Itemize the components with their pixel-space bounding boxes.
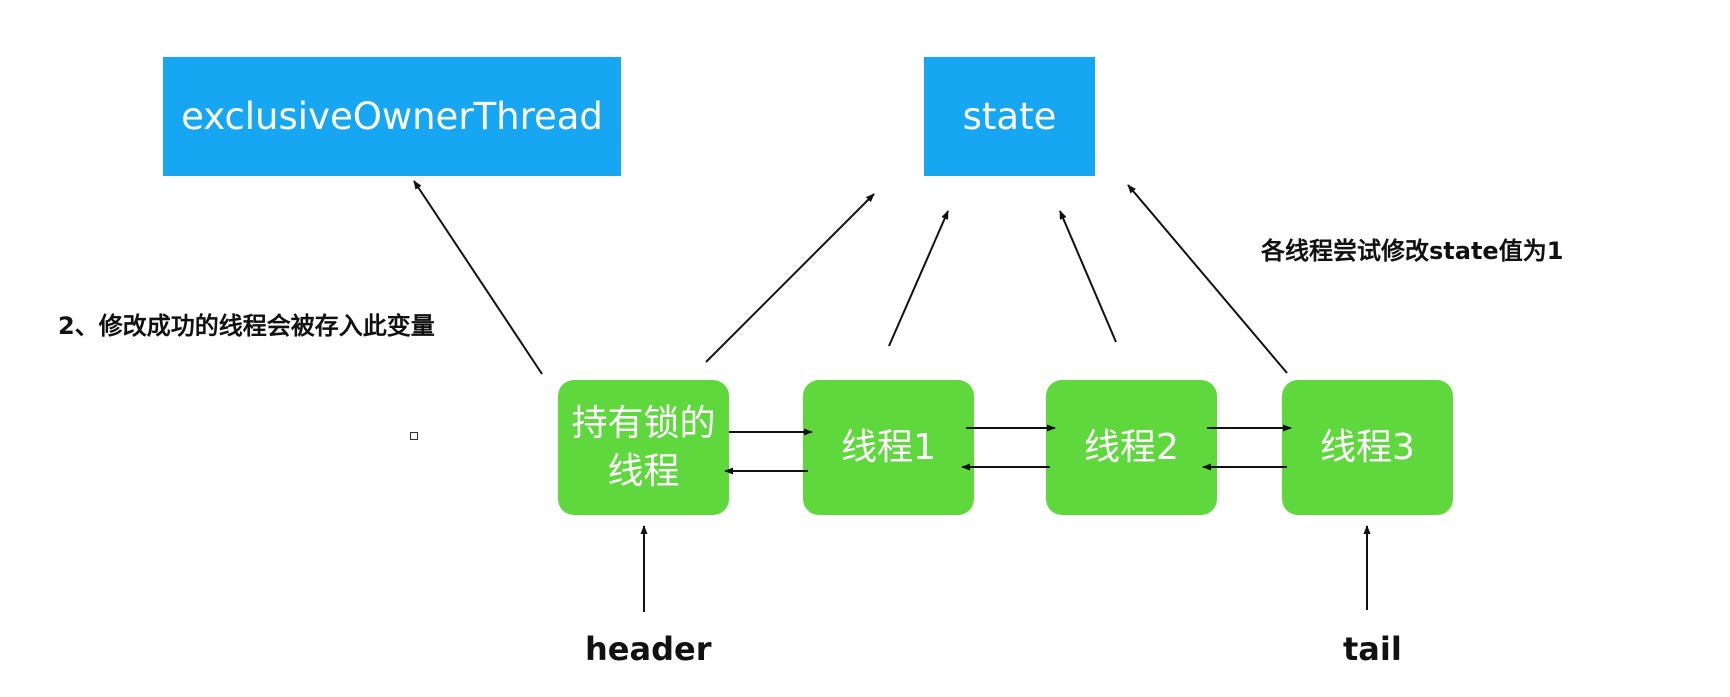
stray-square-marker	[410, 432, 418, 440]
arrow-holder-to-owner	[413, 180, 543, 375]
state-note-label: 各线程尝试修改state值为1	[1261, 237, 1564, 265]
arrow-holder-to-state	[705, 193, 875, 363]
arrows-layer	[413, 180, 1371, 612]
header-label: header	[585, 630, 712, 668]
arrow-thread1-to-state	[888, 210, 949, 347]
tail-label: tail	[1343, 630, 1402, 668]
owner-note-label: 2、修改成功的线程会被存入此变量	[58, 312, 435, 340]
arrow-thread2-to-state	[1059, 210, 1117, 343]
arrow-thread3-to-state	[1127, 184, 1288, 374]
